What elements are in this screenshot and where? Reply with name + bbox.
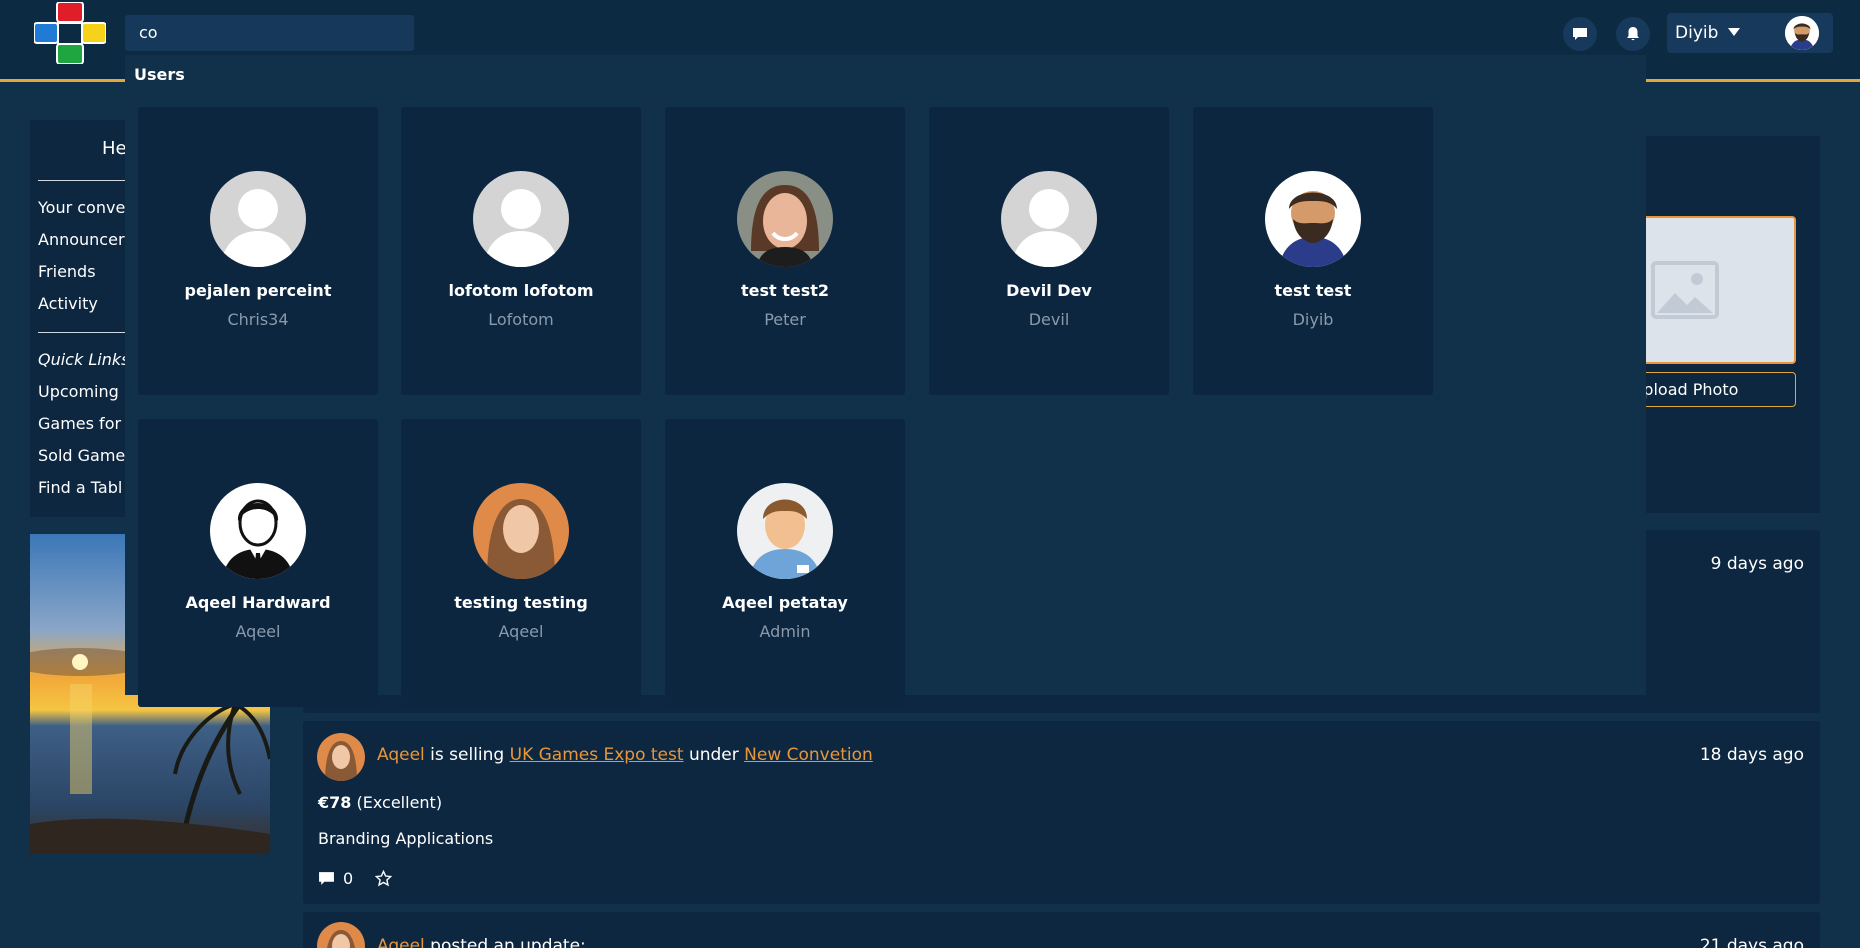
user-result-card[interactable]: Aqeel petatay Admin [665, 419, 905, 707]
comment-count: 0 [343, 869, 354, 888]
bell-icon [1627, 27, 1639, 41]
site-logo[interactable] [34, 2, 106, 64]
user-avatar-default [210, 171, 306, 267]
feed-avatar[interactable] [317, 733, 365, 781]
sidebar-link-upcoming[interactable]: Upcoming [38, 382, 119, 401]
user-result-card[interactable]: pejalen perceint Chris34 [138, 107, 378, 395]
user-result-name: test test [1274, 281, 1352, 300]
feed-time: 9 days ago [1710, 554, 1804, 574]
user-avatar-photo [737, 171, 833, 267]
user-result-handle: Devil [1028, 310, 1070, 329]
search-value: co [139, 23, 158, 42]
user-avatar-photo [473, 483, 569, 579]
results-section-heading: Users [134, 65, 185, 84]
feed-actions: 0 [318, 869, 393, 888]
feed-description: Branding Applications [318, 829, 494, 848]
feed-price: €78 [318, 793, 352, 812]
header-username: Diyib [1675, 23, 1719, 43]
sidebar-link-announcements[interactable]: Announcer [38, 230, 125, 249]
feed-time: 18 days ago [1699, 745, 1804, 765]
sidebar-link-conversations[interactable]: Your conve [38, 198, 125, 217]
sidebar-heading: He [102, 138, 127, 159]
user-result-name: Aqeel Hardward [185, 593, 331, 612]
user-avatar-illustration [737, 483, 833, 579]
caret-down-icon [1728, 28, 1740, 36]
feed-activity-line: Aqeel posted an update: [377, 936, 586, 948]
quick-links-label: Quick Links [38, 350, 130, 369]
header-avatar [1785, 16, 1819, 50]
sidebar-link-find-table[interactable]: Find a Tabl [38, 478, 122, 497]
user-result-name: pejalen perceint [184, 281, 332, 300]
sidebar-link-sold-games[interactable]: Sold Game [38, 446, 125, 465]
feed-under-text: under [688, 745, 739, 765]
star-icon[interactable] [375, 870, 393, 887]
feed-item-link[interactable]: UK Games Expo test [510, 745, 684, 765]
messages-button[interactable] [1563, 17, 1597, 51]
feed-avatar[interactable] [317, 922, 365, 948]
user-result-handle: Aqeel [498, 622, 544, 641]
search-input[interactable]: co [125, 15, 414, 51]
feed-condition: (Excellent) [356, 793, 443, 812]
sidebar-link-games-for[interactable]: Games for [38, 414, 121, 433]
feed-user-link[interactable]: Aqeel [377, 936, 425, 948]
user-result-handle: Chris34 [227, 310, 289, 329]
sidebar-link-friends[interactable]: Friends [38, 262, 96, 281]
feed-action-text: is selling [430, 745, 505, 765]
user-result-card[interactable]: lofotom lofotom Lofotom [401, 107, 641, 395]
user-avatar-illustration [210, 483, 306, 579]
user-result-name: Devil Dev [1006, 281, 1092, 300]
user-avatar-default [473, 171, 569, 267]
feed-card: Aqeel posted an update: 21 days ago [303, 912, 1820, 948]
user-avatar-illustration [1265, 171, 1361, 267]
user-result-handle: Lofotom [488, 310, 554, 329]
user-result-name: test test2 [740, 281, 830, 300]
user-result-card[interactable]: Aqeel Hardward Aqeel [138, 419, 378, 707]
notifications-button[interactable] [1616, 17, 1650, 51]
user-result-name: lofotom lofotom [448, 281, 594, 300]
user-result-name: testing testing [454, 593, 588, 612]
feed-category-link[interactable]: New Convetion [744, 745, 873, 765]
user-result-handle: Peter [764, 310, 806, 329]
chat-icon [1573, 28, 1587, 40]
comment-icon[interactable] [318, 870, 335, 887]
sidebar-link-activity[interactable]: Activity [38, 294, 98, 313]
user-result-handle: Admin [759, 622, 811, 641]
user-result-card[interactable]: test test2 Peter [665, 107, 905, 395]
feed-time: 21 days ago [1699, 936, 1804, 948]
feed-card: Aqeel is selling UK Games Expo test unde… [303, 721, 1820, 904]
user-result-handle: Aqeel [235, 622, 281, 641]
feed-user-link[interactable]: Aqeel [377, 745, 425, 765]
feed-activity-line: Aqeel is selling UK Games Expo test unde… [377, 745, 873, 765]
user-avatar-default [1001, 171, 1097, 267]
user-result-card[interactable]: testing testing Aqeel [401, 419, 641, 707]
image-icon [1650, 261, 1719, 319]
user-result-handle: Diyib [1292, 310, 1334, 329]
feed-action-text: posted an update: [430, 936, 586, 948]
user-menu-button[interactable]: Diyib [1667, 13, 1833, 53]
user-result-name: Aqeel petatay [722, 593, 848, 612]
feed-price-line: €78 (Excellent) [318, 793, 442, 812]
user-result-card[interactable]: test test Diyib [1193, 107, 1433, 395]
user-result-card[interactable]: Devil Dev Devil [929, 107, 1169, 395]
search-results-dropdown: Users pejalen perceint Chris34 lofotom l… [125, 55, 1646, 707]
